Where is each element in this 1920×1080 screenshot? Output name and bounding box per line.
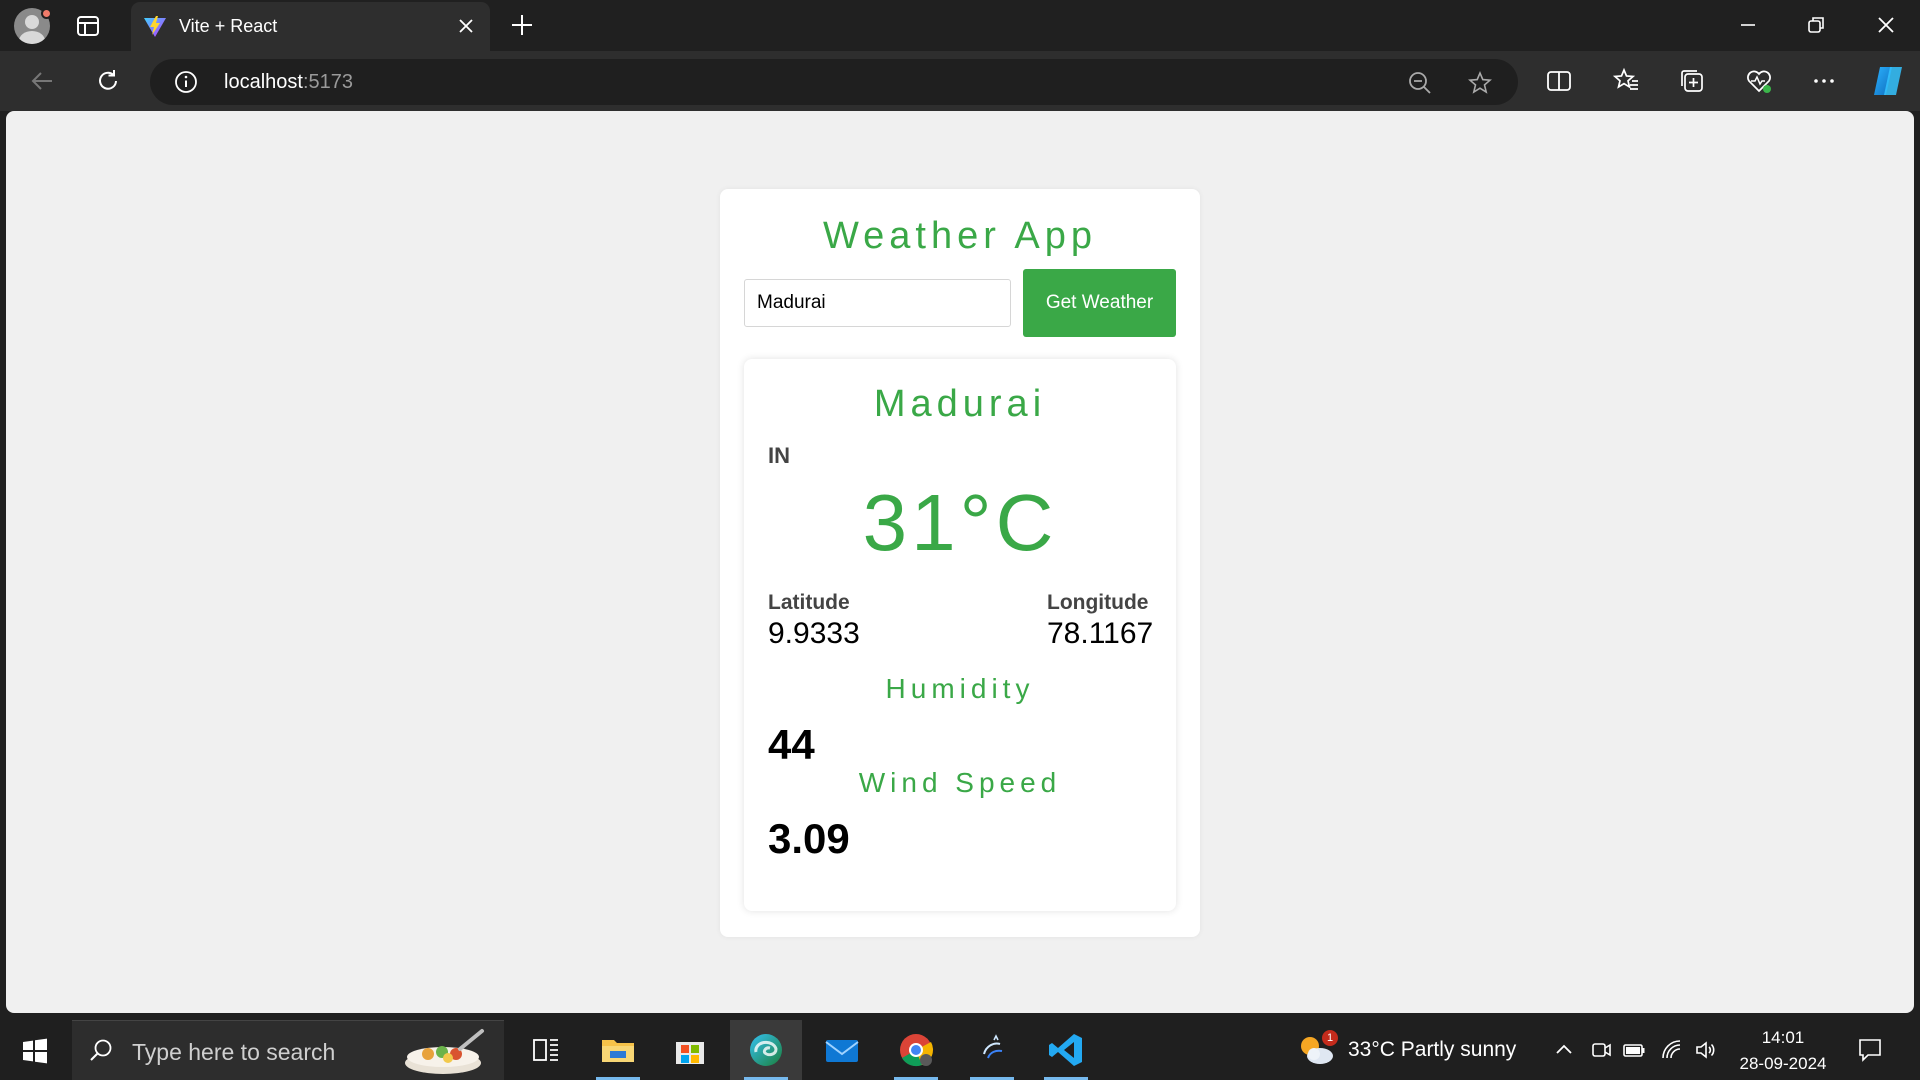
- restore-icon[interactable]: [1803, 12, 1829, 38]
- address-bar[interactable]: localhost:5173: [150, 59, 1518, 105]
- notification-center-icon[interactable]: [1856, 1036, 1884, 1064]
- back-arrow-icon[interactable]: [27, 66, 57, 96]
- vite-logo-icon: [144, 16, 166, 37]
- latitude-label: Latitude: [768, 591, 850, 614]
- browser-essentials-icon[interactable]: [1744, 66, 1774, 96]
- country-code: IN: [768, 443, 790, 468]
- browser-titlebar: Vite + React: [0, 0, 1920, 51]
- search-placeholder: Type here to search: [132, 1039, 336, 1065]
- minimize-icon[interactable]: [1735, 12, 1761, 38]
- refresh-icon[interactable]: [93, 66, 123, 96]
- windows-start-icon[interactable]: [22, 1038, 48, 1064]
- longitude-block: Longitude 78.1167: [1047, 591, 1153, 651]
- longitude-value: 78.1167: [1047, 617, 1154, 650]
- city-input[interactable]: [744, 279, 1011, 327]
- app-title: Weather App: [822, 215, 1097, 257]
- edge-icon: [750, 1034, 782, 1066]
- browser-tab[interactable]: Vite + React: [131, 2, 490, 51]
- split-screen-icon[interactable]: [1544, 66, 1574, 96]
- show-hidden-icons-icon[interactable]: [1552, 1038, 1576, 1062]
- weather-summary: 33°C Partly sunny: [1348, 1038, 1517, 1061]
- copilot-icon[interactable]: [1870, 64, 1906, 98]
- taskbar-clock[interactable]: 14:01 28-09-2024: [1728, 1025, 1838, 1077]
- longitude-label: Longitude: [1047, 591, 1149, 614]
- taskbar-edge[interactable]: [730, 1020, 802, 1080]
- taskbar-store[interactable]: [654, 1020, 726, 1080]
- humidity-label: Humidity: [885, 673, 1035, 704]
- page-viewport: Weather App Get Weather Madurai IN 31°C …: [6, 111, 1914, 1013]
- task-view-icon: [533, 1039, 558, 1061]
- latitude-value: 9.9333: [768, 617, 860, 650]
- clock-time: 14:01: [1761, 1028, 1805, 1047]
- more-options-icon[interactable]: [1809, 66, 1839, 96]
- search-highlight-food-icon: [405, 1029, 484, 1074]
- weather-app-card: Weather App Get Weather Madurai IN 31°C …: [720, 189, 1200, 937]
- tab-actions-icon[interactable]: [74, 12, 102, 40]
- browser-toolbar: localhost:5173: [0, 51, 1920, 111]
- meet-now-icon[interactable]: [1589, 1038, 1613, 1062]
- url-text[interactable]: localhost:5173: [224, 71, 353, 94]
- clock-date: 28-09-2024: [1739, 1054, 1827, 1073]
- microsoft-store-icon: [676, 1042, 704, 1064]
- taskbar-app-terminal[interactable]: [956, 1020, 1028, 1080]
- chrome-icon: [900, 1034, 934, 1067]
- site-info-icon[interactable]: [174, 70, 198, 94]
- latitude-block: Latitude 9.9333: [768, 591, 860, 651]
- temperature: 31°C: [862, 478, 1058, 567]
- cursor-app-icon: [983, 1034, 1003, 1059]
- vscode-icon: [1049, 1034, 1082, 1066]
- weather-result-card: Madurai IN 31°C Latitude 9.9333 Longitud…: [744, 359, 1176, 911]
- taskbar-mail[interactable]: [806, 1020, 878, 1080]
- city-name: Madurai: [873, 383, 1047, 425]
- get-weather-button[interactable]: Get Weather: [1023, 269, 1176, 337]
- wifi-icon[interactable]: [1660, 1038, 1684, 1062]
- file-explorer-icon: [602, 1040, 634, 1062]
- taskbar-vscode[interactable]: [1030, 1020, 1102, 1080]
- taskbar-file-explorer[interactable]: [582, 1020, 654, 1080]
- wind-speed-label: Wind Speed: [858, 767, 1062, 798]
- battery-icon[interactable]: [1622, 1038, 1646, 1062]
- mail-icon: [825, 1040, 859, 1062]
- weather-alert-badge: 1: [1322, 1030, 1338, 1046]
- task-view-button[interactable]: [510, 1020, 582, 1080]
- taskbar-chrome[interactable]: [880, 1020, 952, 1080]
- favorite-star-icon[interactable]: [1467, 70, 1493, 96]
- close-window-icon[interactable]: [1873, 12, 1899, 38]
- volume-icon[interactable]: [1694, 1038, 1718, 1062]
- taskbar-search-box[interactable]: Type here to search: [72, 1020, 504, 1080]
- zoom-out-icon[interactable]: [1407, 70, 1433, 96]
- wind-speed-value: 3.09: [768, 815, 850, 862]
- windows-taskbar: Type here to search 1 33°C Partly sunny …: [0, 1020, 1920, 1080]
- favorites-icon[interactable]: [1611, 66, 1641, 96]
- humidity-value: 44: [768, 721, 815, 768]
- search-icon: [90, 1039, 112, 1061]
- collections-icon[interactable]: [1677, 66, 1707, 96]
- profile-notification-dot: [41, 8, 52, 19]
- new-tab-icon[interactable]: [509, 12, 535, 38]
- tab-title: Vite + React: [179, 16, 278, 36]
- tab-close-icon[interactable]: [454, 14, 478, 38]
